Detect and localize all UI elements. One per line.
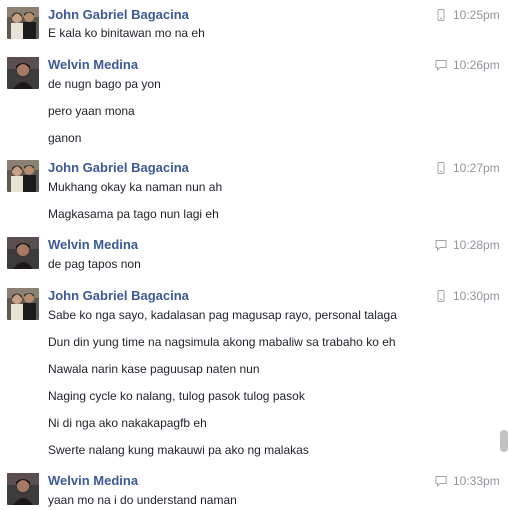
john-avatar[interactable] <box>7 288 39 320</box>
message-text: Mukhang okay ka naman nun ah <box>48 180 223 194</box>
message-text: Nawala narin kase paguusap naten nun <box>48 362 260 376</box>
sender-name[interactable]: John Gabriel Bagacina <box>48 288 189 304</box>
welvin-avatar[interactable] <box>7 57 39 89</box>
message-text: E kala ko binitawan mo na eh <box>48 26 205 40</box>
message-text: de nugn bago pa yon <box>48 77 161 91</box>
sender-name[interactable]: Welvin Medina <box>48 57 138 73</box>
john-avatar[interactable] <box>7 7 39 39</box>
message-text: Naging cycle ko nalang, tulog pasok tulo… <box>48 389 305 403</box>
message-text: yaan mo na i do understand naman <box>48 493 237 507</box>
message-text: ganon <box>48 131 82 145</box>
timestamp-text: 10:28pm <box>453 238 500 252</box>
timestamp-text: 10:30pm <box>453 289 500 303</box>
sender-name[interactable]: John Gabriel Bagacina <box>48 7 189 23</box>
mobile-phone-icon <box>437 162 445 174</box>
message-text: Swerte nalang kung makauwi pa ako ng mal… <box>48 443 309 457</box>
chat-bubble-icon <box>435 60 447 71</box>
timestamp-text: 10:26pm <box>453 58 500 72</box>
scrollbar-thumb[interactable] <box>500 430 508 452</box>
message-text: pero yaan mona <box>48 104 135 118</box>
welvin-avatar[interactable] <box>7 237 39 269</box>
message-text: Dun din yung time na nagsimula akong mab… <box>48 335 396 349</box>
message-text: Magkasama pa tago nun lagi eh <box>48 207 219 221</box>
chat-bubble-icon <box>435 240 447 251</box>
timestamp-text: 10:27pm <box>453 161 500 175</box>
john-avatar[interactable] <box>7 160 39 192</box>
mobile-phone-icon <box>437 290 445 302</box>
sender-name[interactable]: John Gabriel Bagacina <box>48 160 189 176</box>
timestamp-text: 10:25pm <box>453 8 500 22</box>
sender-name[interactable]: Welvin Medina <box>48 473 138 489</box>
message-text: Sabe ko nga sayo, kadalasan pag magusap … <box>48 308 397 322</box>
chat-bubble-icon <box>435 476 447 487</box>
message-text: de pag tapos non <box>48 257 141 271</box>
message-text: Ni di nga ako nakakapagfb eh <box>48 416 207 430</box>
sender-name[interactable]: Welvin Medina <box>48 237 138 253</box>
timestamp-text: 10:33pm <box>453 474 500 488</box>
welvin-avatar[interactable] <box>7 473 39 505</box>
mobile-phone-icon <box>437 9 445 21</box>
